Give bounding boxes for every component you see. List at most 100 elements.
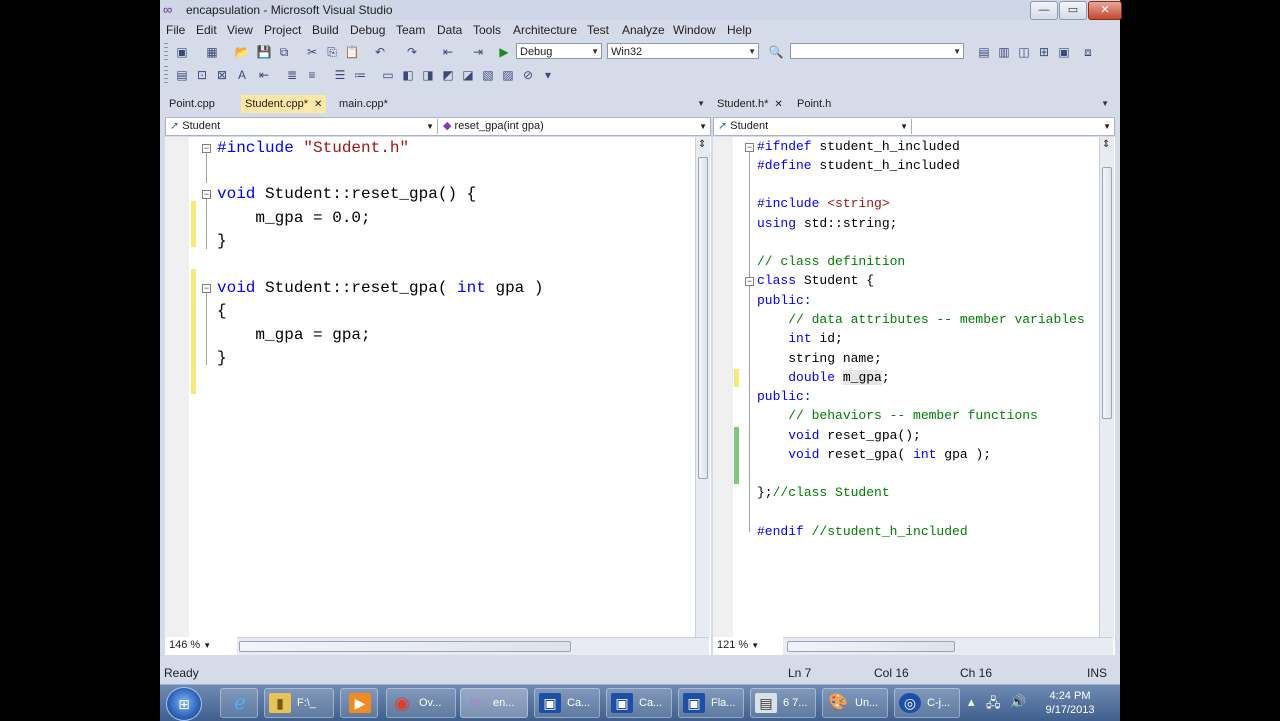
menu-project[interactable]: Project: [264, 23, 301, 37]
undo-icon[interactable]: ↶: [372, 44, 388, 60]
start-page-icon[interactable]: ▣: [1056, 44, 1072, 60]
active-files-dropdown-icon[interactable]: ▼: [697, 99, 705, 108]
system-clock[interactable]: 4:24 PM 9/17/2013: [1040, 689, 1100, 717]
start-button[interactable]: ⊞: [166, 687, 202, 721]
menu-architecture[interactable]: Architecture: [513, 23, 577, 37]
scroll-thumb[interactable]: [1102, 167, 1112, 419]
collapse-toggle-icon[interactable]: −: [745, 143, 754, 152]
taskbar-camtasia-1[interactable]: ▣ Ca...: [534, 688, 600, 718]
show-hidden-icons-icon[interactable]: ▴: [968, 694, 975, 710]
uncomment-lines-icon[interactable]: ≔: [352, 67, 368, 83]
close-tab-icon[interactable]: ✕: [774, 99, 782, 110]
open-file-icon[interactable]: 📂: [234, 44, 250, 60]
properties-icon[interactable]: ▥: [996, 44, 1012, 60]
collapse-toggle-icon[interactable]: −: [202, 190, 211, 199]
previous-bookmark-folder-icon[interactable]: ◩: [440, 67, 456, 83]
add-item-icon[interactable]: ▦: [204, 44, 220, 60]
members-dropdown[interactable]: ▼: [913, 119, 1114, 134]
right-horizontal-scrollbar[interactable]: [783, 637, 1113, 655]
toolbar-options-icon[interactable]: ▾: [540, 67, 556, 83]
menu-build[interactable]: Build: [312, 23, 339, 37]
extension-manager-icon[interactable]: ⧈: [1080, 44, 1096, 60]
start-debugging-icon[interactable]: ▶: [496, 44, 512, 60]
left-zoom-level[interactable]: 146 % ▼: [165, 637, 237, 654]
collapse-toggle-icon[interactable]: −: [202, 144, 211, 153]
display-object-member-list-icon[interactable]: ▤: [174, 67, 190, 83]
menu-debug[interactable]: Debug: [350, 23, 385, 37]
save-icon[interactable]: 💾: [256, 44, 272, 60]
taskbar-media[interactable]: ▶: [340, 688, 378, 718]
object-browser-icon[interactable]: ◫: [1016, 44, 1032, 60]
next-bookmark-icon[interactable]: ◨: [420, 67, 436, 83]
taskbar-window-group[interactable]: ▤ 6 7...: [750, 688, 816, 718]
types-dropdown[interactable]: ➚ Student ▼: [166, 119, 438, 134]
new-project-icon[interactable]: ▣: [174, 44, 190, 60]
taskbar-camtasia-2[interactable]: ▣ Ca...: [606, 688, 672, 718]
menu-window[interactable]: Window: [673, 23, 716, 37]
toolbox-icon[interactable]: ⊞: [1036, 44, 1052, 60]
left-horizontal-scrollbar[interactable]: [237, 637, 709, 655]
members-dropdown[interactable]: ◆ reset_gpa(int gpa) ▼: [439, 119, 710, 134]
menu-data[interactable]: Data: [437, 23, 462, 37]
navigate-backward-icon[interactable]: ⇤: [440, 44, 456, 60]
taskbar-flash[interactable]: ▣ Fla...: [678, 688, 744, 718]
types-dropdown[interactable]: ➚ Student ▼: [714, 119, 912, 134]
collapse-toggle-icon[interactable]: −: [202, 284, 211, 293]
decrease-indent-icon[interactable]: ⇤: [256, 67, 272, 83]
active-files-dropdown-icon[interactable]: ▼: [1101, 99, 1109, 108]
toolbar-grip[interactable]: [164, 43, 168, 61]
previous-bookmark-document-icon[interactable]: ▧: [480, 67, 496, 83]
right-code-editor[interactable]: − − #ifndef student_h_included #define s…: [713, 137, 1115, 655]
tab-main-cpp[interactable]: main.cpp*: [335, 95, 392, 113]
taskbar-explorer[interactable]: ▮ F:\_: [264, 688, 334, 718]
toggle-bookmark-icon[interactable]: ▭: [380, 67, 396, 83]
parameter-info-icon[interactable]: ⊡: [194, 67, 210, 83]
menu-edit[interactable]: Edit: [196, 23, 217, 37]
toolbar-grip[interactable]: [164, 66, 168, 84]
menu-tools[interactable]: Tools: [473, 23, 501, 37]
taskbar-ie[interactable]: ℯ: [220, 688, 258, 718]
tab-student-cpp[interactable]: Student.cpp* ✕: [241, 95, 327, 113]
taskbar-jump[interactable]: ◎ C-j...: [894, 688, 960, 718]
previous-bookmark-icon[interactable]: ◧: [400, 67, 416, 83]
menu-team[interactable]: Team: [396, 23, 425, 37]
menu-view[interactable]: View: [227, 23, 253, 37]
menu-help[interactable]: Help: [727, 23, 752, 37]
split-handle-icon[interactable]: ⇕: [698, 139, 706, 150]
quick-info-icon[interactable]: ⊠: [214, 67, 230, 83]
menu-test[interactable]: Test: [587, 23, 609, 37]
tab-student-h[interactable]: Student.h* ✕: [713, 95, 787, 113]
left-code-editor[interactable]: − − − #include "Student.h" void Student:…: [165, 137, 711, 655]
solution-configuration-select[interactable]: Debug ▼: [516, 43, 602, 59]
close-tab-icon[interactable]: ✕: [314, 99, 322, 110]
clear-bookmarks-icon[interactable]: ⊘: [520, 67, 536, 83]
network-icon[interactable]: 🖧: [986, 694, 1001, 716]
copy-icon[interactable]: ⎘: [324, 44, 340, 60]
tab-point-h[interactable]: Point.h: [793, 95, 835, 113]
complete-word-icon[interactable]: A: [234, 67, 250, 83]
save-all-icon[interactable]: ⧉: [276, 44, 292, 60]
find-in-files-icon[interactable]: 🔍: [768, 44, 784, 60]
split-handle-icon[interactable]: ⇕: [1102, 139, 1110, 150]
solution-explorer-icon[interactable]: ▤: [976, 44, 992, 60]
menu-analyze[interactable]: Analyze: [622, 23, 665, 37]
right-zoom-level[interactable]: 121 % ▼: [713, 637, 783, 654]
scroll-thumb[interactable]: [787, 641, 955, 652]
next-bookmark-document-icon[interactable]: ▨: [500, 67, 516, 83]
redo-icon[interactable]: ↷: [404, 44, 420, 60]
comment-lines-icon[interactable]: ☰: [332, 67, 348, 83]
scroll-thumb[interactable]: [698, 157, 708, 479]
solution-platform-select[interactable]: Win32 ▼: [607, 43, 759, 59]
minimize-button[interactable]: —: [1030, 1, 1058, 20]
maximize-button[interactable]: ▭: [1059, 1, 1087, 20]
navigate-forward-icon[interactable]: ⇥: [470, 44, 486, 60]
left-vertical-scrollbar[interactable]: ⇕: [695, 137, 710, 637]
find-combo[interactable]: ▼: [790, 43, 964, 59]
cut-icon[interactable]: ✂: [304, 44, 320, 60]
paste-icon[interactable]: 📋: [344, 44, 360, 60]
close-button[interactable]: ✕: [1088, 1, 1122, 20]
menu-file[interactable]: File: [166, 23, 185, 37]
tab-point-cpp[interactable]: Point.cpp: [165, 95, 219, 113]
collapse-toggle-icon[interactable]: −: [745, 277, 754, 286]
next-bookmark-folder-icon[interactable]: ◪: [460, 67, 476, 83]
